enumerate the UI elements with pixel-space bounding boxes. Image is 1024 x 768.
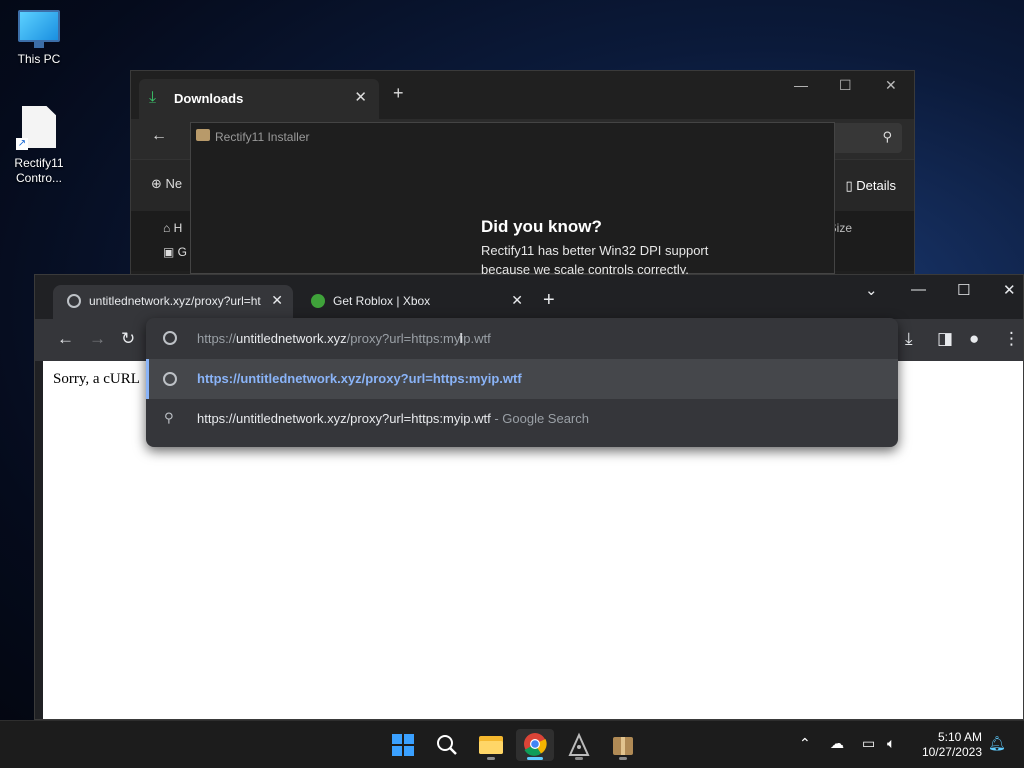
start-button[interactable] <box>384 729 422 761</box>
installer-app-icon <box>196 129 210 141</box>
profile-icon[interactable]: ● <box>969 329 979 349</box>
installer-window: Rectify11 Installer Did you know? Rectif… <box>190 122 835 277</box>
chrome-tabstrip: untitlednetwork.xyz/proxy?url=ht ✕ Get R… <box>35 275 1023 319</box>
suggestion-text: https://untitlednetwork.xyz/proxy?url=ht… <box>197 411 589 426</box>
desktop-icon-this-pc[interactable]: This PC <box>4 10 74 66</box>
close-icon[interactable]: ✕ <box>1003 281 1016 299</box>
globe-icon <box>163 331 177 345</box>
back-arrow-icon[interactable]: ← <box>151 127 167 145</box>
running-indicator <box>619 757 627 760</box>
suggestion-text: https://untitlednetwork.xyz/proxy?url=ht… <box>197 371 522 386</box>
new-button[interactable]: ⊕ Ne <box>151 176 182 192</box>
sidebar-item-label: H <box>173 221 183 235</box>
taskbar-chrome[interactable] <box>516 729 554 761</box>
volume-icon[interactable]: 🔈︎ <box>887 735 895 752</box>
reload-icon[interactable]: ↻ <box>121 329 135 349</box>
monitor-icon <box>18 10 60 48</box>
address-path: /proxy?url=https:myip.wtf <box>346 331 491 346</box>
close-tab-icon[interactable]: ✕ <box>511 292 523 309</box>
notification-bell-icon[interactable]: 🔔︎ <box>988 735 1006 752</box>
running-indicator <box>487 757 495 760</box>
maximize-icon[interactable]: ☐ <box>839 77 852 94</box>
maximize-icon[interactable]: ☐ <box>957 281 970 299</box>
sidebar-item-gallery[interactable]: ▣ G <box>163 245 187 259</box>
forward-arrow-icon[interactable]: → <box>89 329 106 349</box>
chrome-tab-roblox-xbox[interactable]: Get Roblox | Xbox ✕ <box>297 285 533 319</box>
new-tab-button[interactable]: + <box>543 289 555 312</box>
globe-icon <box>163 372 177 386</box>
chrome-tab-label: Get Roblox | Xbox <box>333 294 431 308</box>
page-error-text: Sorry, a cURL <box>53 371 140 387</box>
omnibox-dropdown: https://untitlednetwork.xyz/proxy?url=ht… <box>146 318 898 447</box>
globe-icon <box>67 294 81 308</box>
system-clock[interactable]: 5:10 AM 10/27/2023 <box>922 730 982 760</box>
running-indicator <box>575 757 583 760</box>
address-text: https://untitlednetwork.xyz/proxy?url=ht… <box>197 331 491 346</box>
close-tab-icon[interactable]: ✕ <box>354 88 367 106</box>
new-tab-button[interactable]: + <box>393 83 404 104</box>
details-button-label: Details <box>856 178 896 193</box>
download-icon: ⤓ <box>149 89 157 106</box>
explorer-titlebar: ⤓ Downloads ✕ + — ☐ ✕ <box>131 71 914 119</box>
desktop-icon-label: Rectify11 Contro... <box>14 156 64 185</box>
desktop-icon-label: This PC <box>17 52 61 66</box>
text-cursor-icon: I <box>459 330 464 347</box>
suggestion-suffix: - Google Search <box>490 411 589 426</box>
sidebar-item-home[interactable]: ⌂ H <box>163 221 182 235</box>
address-bar-input[interactable]: https://untitlednetwork.xyz/proxy?url=ht… <box>146 318 898 358</box>
show-hidden-icons-chevron-icon[interactable]: ⌃ <box>799 735 811 752</box>
minimize-icon[interactable]: — <box>794 77 808 93</box>
start-icon <box>392 734 414 756</box>
details-button[interactable]: ▯ Details <box>845 178 896 194</box>
taskbar-pen-app[interactable] <box>560 729 598 761</box>
minimize-icon[interactable]: — <box>911 281 926 298</box>
taskbar-file-explorer[interactable] <box>472 729 510 761</box>
shortcut-arrow-icon: ↗ <box>16 138 28 150</box>
close-tab-icon[interactable]: ✕ <box>271 292 283 309</box>
network-icon[interactable]: ▭ <box>862 735 875 752</box>
explorer-tab-downloads[interactable]: ⤓ Downloads ✕ <box>139 79 379 119</box>
onedrive-icon[interactable]: ☁ <box>830 735 844 752</box>
explorer-tab-label: Downloads <box>174 91 244 106</box>
close-icon[interactable]: ✕ <box>885 77 897 94</box>
search-icon: ⚲ <box>882 129 892 144</box>
search-icon <box>437 735 457 755</box>
suggestion-query: https://untitlednetwork.xyz/proxy?url=ht… <box>197 411 491 426</box>
back-arrow-icon[interactable]: ← <box>57 329 74 349</box>
omnibox-suggestion-url[interactable]: https://untitlednetwork.xyz/proxy?url=ht… <box>146 359 898 399</box>
chrome-tab-proxy[interactable]: untitlednetwork.xyz/proxy?url=ht ✕ <box>53 285 293 319</box>
side-panel-icon[interactable]: ◨ <box>937 329 953 349</box>
clock-time: 5:10 AM <box>937 730 982 744</box>
address-host: untitlednetwork.xyz <box>236 331 347 346</box>
clock-date: 10/27/2023 <box>921 745 982 759</box>
desktop-icon-rectify11-control[interactable]: Rectify11 Contro... <box>4 106 74 186</box>
tip-heading: Did you know? <box>481 217 602 236</box>
xbox-icon <box>311 294 325 308</box>
taskbar-package-app[interactable] <box>604 729 642 761</box>
chrome-tab-label: untitlednetwork.xyz/proxy?url=ht <box>89 294 261 308</box>
tab-search-chevron-icon[interactable]: ⌄ <box>865 281 878 299</box>
menu-kebab-icon[interactable]: ⋮ <box>1003 329 1020 349</box>
search-icon: ⚲ <box>164 410 174 425</box>
active-indicator <box>527 757 543 760</box>
taskbar-search-button[interactable] <box>428 729 466 761</box>
download-icon[interactable]: ⤓ <box>905 329 913 349</box>
new-button-label: Ne <box>165 176 183 191</box>
omnibox-suggestion-search[interactable]: ⚲ https://untitlednetwork.xyz/proxy?url=… <box>146 399 898 439</box>
address-scheme: https:// <box>197 331 237 346</box>
sidebar-item-label: G <box>177 245 188 259</box>
installer-title: Rectify11 Installer <box>215 130 310 144</box>
taskbar: ⌃ ☁ ▭ 🔈︎ 5:10 AM 10/27/2023 🔔︎ <box>0 720 1024 768</box>
